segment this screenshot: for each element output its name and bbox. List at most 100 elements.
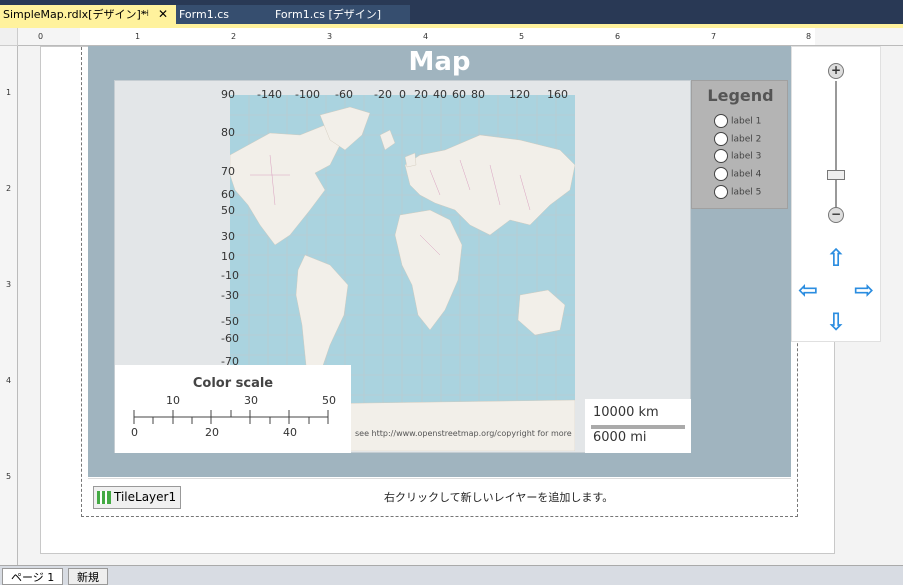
longitude-label: -100 [295,88,320,101]
tab-form1-design[interactable]: Form1.cs [デザイン] [270,5,410,24]
legend-item: label 3 [714,149,761,166]
latitude-label: -10 [221,269,239,282]
legend-item-label: label 5 [731,187,762,198]
latitude-label: 10 [221,250,235,263]
color-scale-bar [133,410,329,424]
legend-title: Legend [707,86,774,105]
ruler-number: 5 [519,32,525,41]
color-scale-title: Color scale [192,376,274,391]
ruler-number: 8 [806,32,812,41]
tab-page-1[interactable]: ページ 1 [2,568,64,585]
latitude-label: -60 [221,332,239,345]
tile-layer-button[interactable]: TileLayer1 [93,486,181,509]
legend-marker-icon [714,114,728,128]
color-scale-label: 40 [283,426,297,439]
horizontal-ruler[interactable]: 0 1 2 3 4 5 6 7 8 [18,28,903,46]
legend-marker-icon [714,149,728,163]
longitude-label: -60 [335,88,353,101]
pan-up-icon[interactable]: ⇧ [824,246,848,270]
longitude-label: 60 [452,88,466,101]
longitude-label: 20 [414,88,428,101]
ruler-number: 1 [135,32,141,41]
longitude-label: 80 [471,88,485,101]
tab-label: SimpleMap.rdlx[デザイン]* [3,8,147,21]
tab-label: Form1.cs [デザイン] [275,8,382,21]
zoom-slider-track[interactable] [835,81,837,209]
latitude-label: 90 [221,88,235,101]
color-scale-label: 30 [244,394,258,407]
longitude-label: 120 [509,88,530,101]
color-scale-label: 20 [205,426,219,439]
ruler-number: 2 [6,184,12,193]
longitude-label: 0 [399,88,406,101]
tile-layer-label: TileLayer1 [114,490,177,504]
latitude-label: -30 [221,289,239,302]
legend-marker-icon [714,185,728,199]
longitude-label: 160 [547,88,568,101]
ruler-corner [0,28,18,46]
vertical-ruler[interactable]: 1 2 3 4 5 [0,46,18,565]
latitude-label: 50 [221,204,235,217]
map-title: Map [408,47,471,77]
zoom-in-button[interactable]: + [828,63,844,79]
color-scale[interactable]: Color scale 10 30 50 0 20 40 [115,365,351,453]
longitude-label: -20 [374,88,392,101]
legend-marker-icon [714,132,728,146]
legend-item-label: label 2 [731,134,762,145]
legend-item-label: label 4 [731,169,762,180]
map-control[interactable]: Map 90 -140 -100 -60 -20 0 20 40 60 80 1… [88,46,791,477]
page-tab-bar: ページ 1 新規 [0,565,903,585]
distance-scale-km: 10000 km [593,405,659,420]
close-icon[interactable]: ✕ [158,5,168,24]
legend-item-label: label 3 [731,151,762,162]
ruler-number: 5 [6,472,12,481]
ruler-number: 3 [327,32,333,41]
longitude-label: -140 [257,88,282,101]
latitude-label: 70 [221,165,235,178]
distance-scale-bar [591,425,685,429]
color-scale-label: 10 [166,394,180,407]
legend-item: label 5 [714,185,761,202]
map-legend[interactable]: Legend label 1 label 2 label 3 label 4 l… [691,80,788,209]
legend-marker-icon [714,167,728,181]
map-navigation-panel: + − ⇧ ⇦ ⇨ ⇩ [791,46,881,342]
latitude-label: 80 [221,126,235,139]
ruler-number: 4 [423,32,429,41]
legend-item: label 2 [714,132,761,149]
legend-item: label 1 [714,114,761,131]
map-viewport[interactable]: 90 -140 -100 -60 -20 0 20 40 60 80 120 1… [114,80,691,453]
pan-left-icon[interactable]: ⇦ [796,278,820,302]
document-tab-bar: SimpleMap.rdlx[デザイン]* ⊣ ✕ Form1.cs Form1… [0,0,903,24]
tab-form1-cs[interactable]: Form1.cs [176,5,270,24]
distance-scale-mi: 6000 mi [593,430,647,445]
add-layer-hint: 右クリックして新しいレイヤーを追加します。 [384,491,614,504]
ruler-number: 3 [6,280,12,289]
latitude-label: 60 [221,188,235,201]
map-attribution: see http://www.openstreetmap.org/copyrig… [355,429,572,438]
ruler-number: 6 [615,32,621,41]
color-scale-label: 0 [131,426,138,439]
ruler-number: 2 [231,32,237,41]
ruler-printable-area [80,28,815,45]
pan-down-icon[interactable]: ⇩ [824,310,848,334]
tab-new-page[interactable]: 新規 [68,568,108,585]
ruler-number: 7 [711,32,717,41]
tab-simplemap-design[interactable]: SimpleMap.rdlx[デザイン]* ⊣ ✕ [0,5,176,24]
map-layer-bar[interactable]: TileLayer1 右クリックして新しいレイヤーを追加します。 [88,478,791,512]
legend-item-label: label 1 [731,116,762,127]
zoom-slider-thumb[interactable] [827,169,845,180]
zoom-out-button[interactable]: − [828,207,844,223]
color-scale-label: 50 [322,394,336,407]
pin-icon[interactable]: ⊣ [141,5,149,24]
pan-right-icon[interactable]: ⇨ [852,278,876,302]
ruler-number: 4 [6,376,12,385]
legend-item: label 4 [714,167,761,184]
distance-scale[interactable]: 10000 km 6000 mi [585,399,691,453]
ruler-number: 1 [6,88,12,97]
ruler-number: 0 [38,32,44,41]
latitude-label: -50 [221,315,239,328]
tile-layer-icon [97,491,111,504]
longitude-label: 40 [433,88,447,101]
tab-label: Form1.cs [179,8,229,21]
latitude-label: 30 [221,230,235,243]
